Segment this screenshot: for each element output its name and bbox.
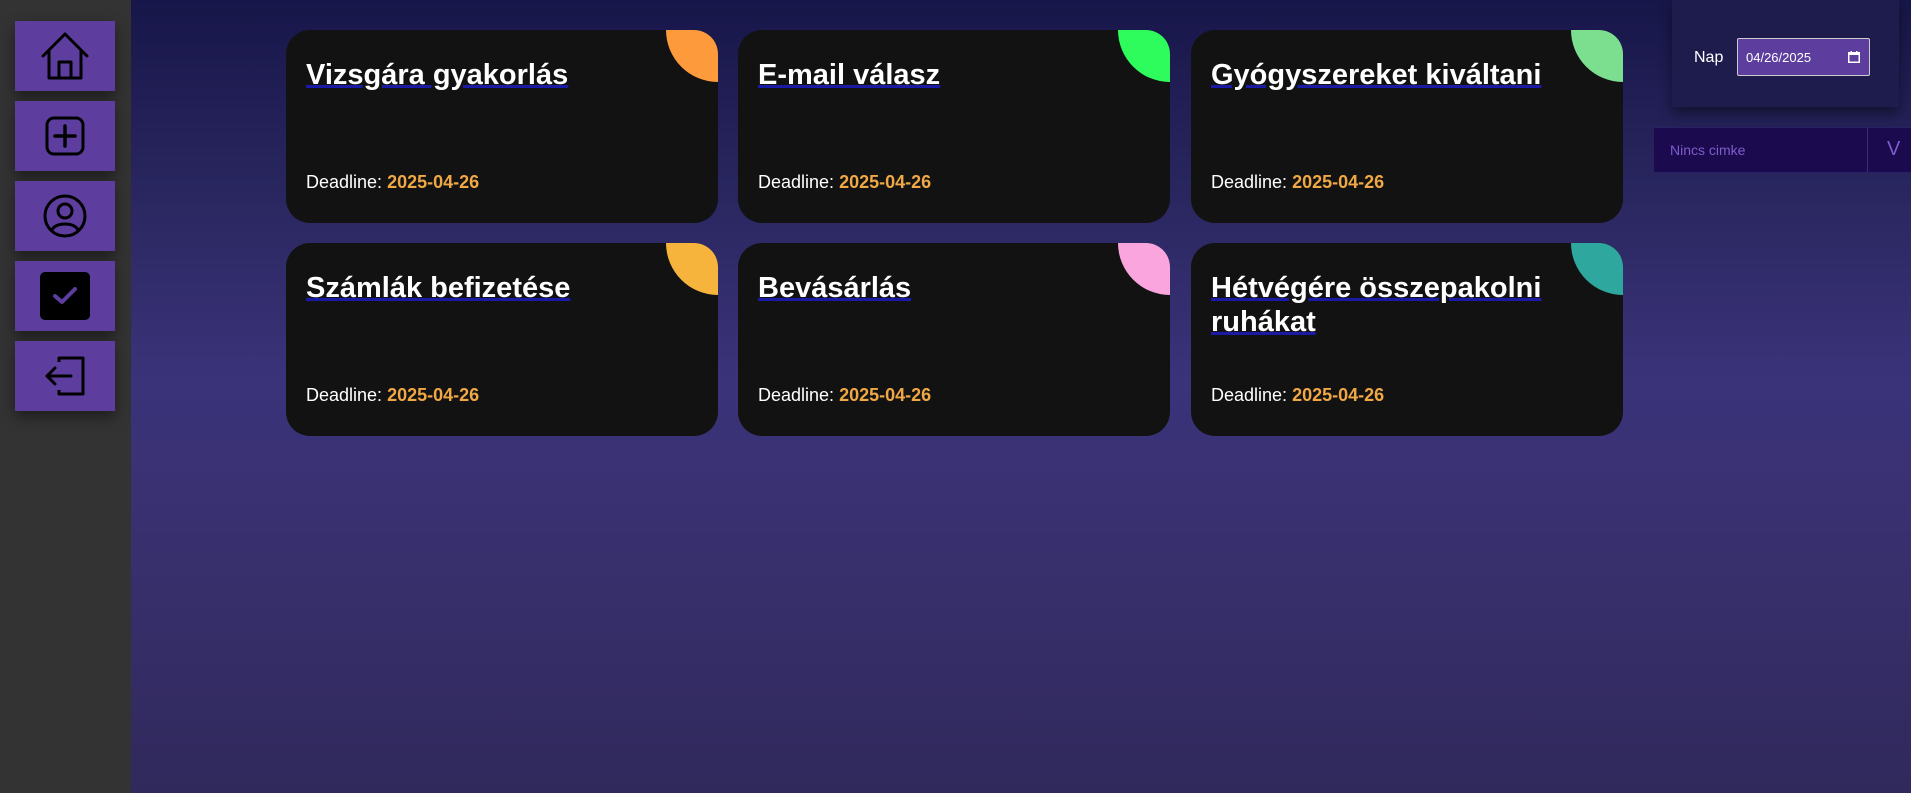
calendar-icon[interactable] <box>1848 51 1860 66</box>
deadline-label: Deadline: <box>1211 172 1288 192</box>
date-filter-label: Nap <box>1694 49 1724 66</box>
nav-logout-button[interactable] <box>15 341 115 411</box>
task-title: Bevásárlás <box>758 272 912 304</box>
tag-select-chevron-icon[interactable]: V <box>1887 138 1900 161</box>
checkbox-checked-icon <box>39 271 91 321</box>
task-title: Számlák befizetése <box>306 272 571 304</box>
nav-add-task-button[interactable] <box>15 101 115 171</box>
deadline-label: Deadline: <box>306 385 383 405</box>
task-deadline: Deadline: 2025-04-26 <box>1211 172 1384 193</box>
deadline-value: 2025-04-26 <box>839 172 932 192</box>
deadline-label: Deadline: <box>758 172 835 192</box>
task-deadline: Deadline: 2025-04-26 <box>1211 385 1384 406</box>
task-card[interactable]: E-mail válasz Deadline: 2025-04-26 <box>738 30 1170 223</box>
nav-tasks-button[interactable] <box>15 261 115 331</box>
tag-select[interactable]: Nincs cimke V <box>1654 127 1911 173</box>
task-deadline: Deadline: 2025-04-26 <box>758 385 931 406</box>
home-icon <box>38 29 92 83</box>
user-circle-icon <box>41 192 89 240</box>
add-square-icon <box>43 114 87 158</box>
task-deadline: Deadline: 2025-04-26 <box>306 172 479 193</box>
task-title: Gyógyszereket kiváltani <box>1211 59 1542 91</box>
deadline-label: Deadline: <box>306 172 383 192</box>
task-deadline: Deadline: 2025-04-26 <box>758 172 931 193</box>
logout-icon <box>41 352 89 400</box>
task-card[interactable]: Gyógyszereket kiváltani Deadline: 2025-0… <box>1191 30 1623 223</box>
deadline-value: 2025-04-26 <box>1292 172 1385 192</box>
deadline-label: Deadline: <box>1211 385 1288 405</box>
tag-select-placeholder: Nincs cimke <box>1670 142 1746 158</box>
deadline-value: 2025-04-26 <box>839 385 932 405</box>
date-filter-panel: Nap 04/26/2025 <box>1672 0 1899 107</box>
nav-profile-button[interactable] <box>15 181 115 251</box>
task-deadline: Deadline: 2025-04-26 <box>306 385 479 406</box>
task-card[interactable]: Számlák befizetése Deadline: 2025-04-26 <box>286 243 718 436</box>
deadline-value: 2025-04-26 <box>387 385 480 405</box>
deadline-value: 2025-04-26 <box>1292 385 1385 405</box>
task-card[interactable]: Vizsgára gyakorlás Deadline: 2025-04-26 <box>286 30 718 223</box>
deadline-value: 2025-04-26 <box>387 172 480 192</box>
task-card[interactable]: Hétvégére összepakolni ruhákat Deadline:… <box>1191 243 1623 436</box>
sidebar <box>0 0 131 793</box>
task-card[interactable]: Bevásárlás Deadline: 2025-04-26 <box>738 243 1170 436</box>
tag-select-divider <box>1867 128 1868 172</box>
nav-home-button[interactable] <box>15 21 115 91</box>
date-input-value: 04/26/2025 <box>1746 50 1812 65</box>
task-title: E-mail válasz <box>758 59 941 91</box>
deadline-label: Deadline: <box>758 385 835 405</box>
date-input[interactable]: 04/26/2025 <box>1737 38 1870 76</box>
task-title: Vizsgára gyakorlás <box>306 59 569 91</box>
task-title: Hétvégére összepakolni ruhákat <box>1211 272 1542 338</box>
